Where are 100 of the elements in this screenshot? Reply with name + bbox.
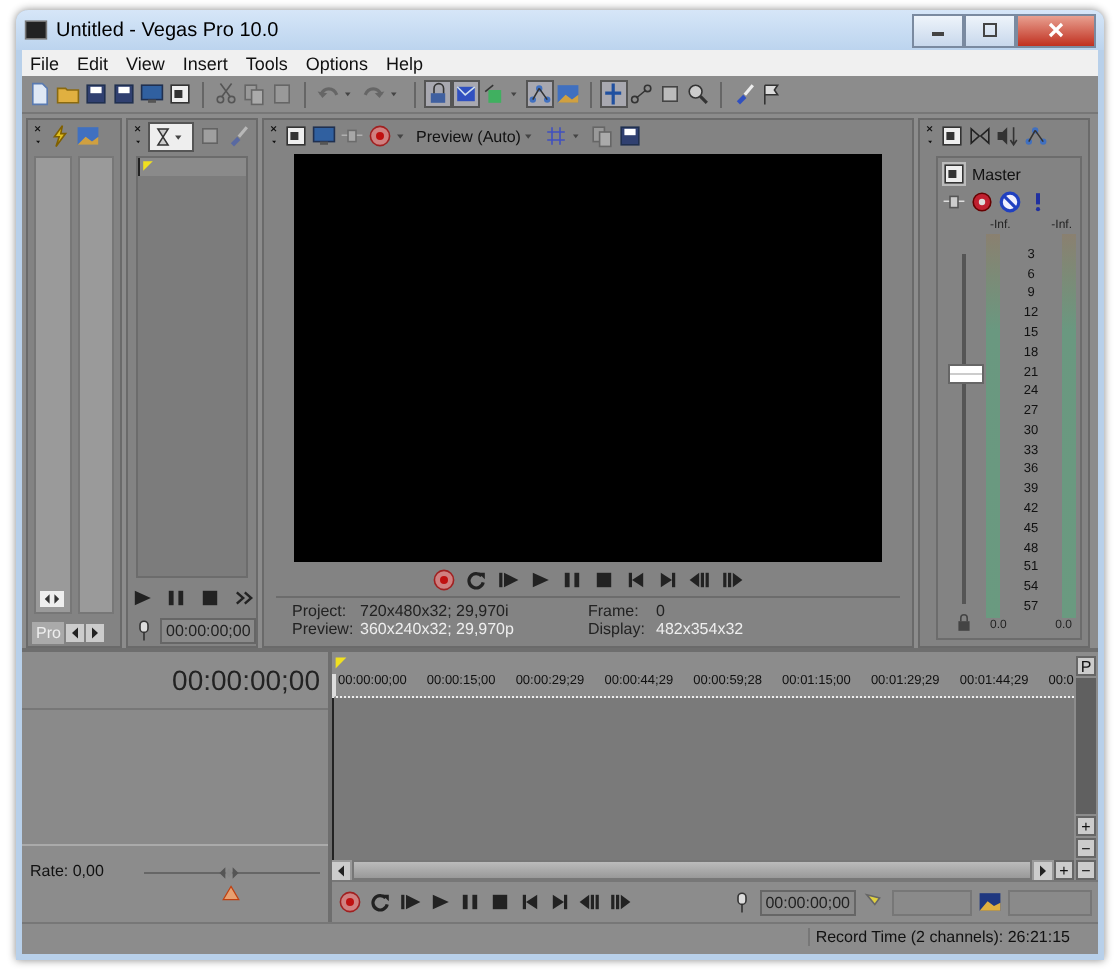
next-frame-icon[interactable]: [608, 890, 632, 914]
close-button[interactable]: [1016, 13, 1096, 47]
time-field[interactable]: 00:00:00;00: [160, 617, 257, 643]
plug-icon[interactable]: [942, 190, 966, 214]
nodes-icon[interactable]: [630, 82, 654, 106]
lock-icon[interactable]: [952, 610, 976, 634]
more-icon[interactable]: [231, 586, 255, 610]
monitor-icon[interactable]: [312, 124, 336, 148]
marker-button[interactable]: P: [1076, 656, 1096, 676]
square-icon[interactable]: [658, 82, 682, 106]
scroll-arrows-icon[interactable]: [40, 590, 65, 608]
menu-item[interactable]: View: [126, 53, 165, 73]
lightning-icon[interactable]: [48, 124, 72, 148]
app-icon: [24, 18, 48, 42]
fader-handle[interactable]: [948, 363, 984, 383]
tab-right-icon[interactable]: [86, 623, 105, 641]
save-icon[interactable]: [618, 124, 643, 148]
time-field[interactable]: 00:00:00;00: [759, 889, 856, 915]
close-icon[interactable]: [268, 124, 280, 136]
info-label: Frame:: [588, 602, 641, 620]
monitor-icon[interactable]: [140, 82, 164, 106]
speaker-down-icon[interactable]: [996, 124, 1020, 148]
trimmer-dropdown[interactable]: [148, 121, 194, 151]
scissors-icon[interactable]: [214, 82, 238, 106]
previous-frame-icon[interactable]: [688, 568, 712, 592]
menu-item[interactable]: Edit: [77, 53, 109, 73]
brush-icon[interactable]: [226, 124, 250, 148]
previous-frame-icon[interactable]: [578, 890, 602, 914]
play-icon[interactable]: [428, 890, 452, 914]
bowtie-icon[interactable]: [968, 124, 992, 148]
save-icon[interactable]: [84, 82, 108, 106]
play-icon[interactable]: [528, 568, 552, 592]
info-value: 0: [656, 602, 665, 620]
slider-thumb[interactable]: [222, 884, 241, 902]
clipboard-icon[interactable]: [270, 82, 294, 106]
horizontal-scrollbar[interactable]: +: [332, 860, 1074, 880]
loop-icon[interactable]: [464, 568, 488, 592]
properties-icon[interactable]: [284, 124, 308, 148]
play-from-start-icon[interactable]: [496, 568, 520, 592]
close-icon: [1046, 22, 1066, 38]
pause-icon[interactable]: [163, 586, 187, 610]
close-icon[interactable]: [132, 124, 144, 136]
pause-icon[interactable]: [560, 568, 584, 592]
vertical-scrollbar[interactable]: [1076, 678, 1096, 814]
minimize-button[interactable]: [912, 13, 964, 47]
window-title: Untitled - Vegas Pro 10.0: [56, 19, 279, 41]
loop-icon[interactable]: [368, 890, 392, 914]
record-icon[interactable]: [432, 568, 456, 592]
save-as-icon[interactable]: [112, 82, 136, 106]
properties-icon[interactable]: [940, 124, 964, 148]
zoom-out-button[interactable]: −: [1076, 860, 1096, 880]
info-label: Display:: [588, 620, 647, 638]
timecode-display: 00:00:00;00: [172, 664, 320, 696]
maximize-button[interactable]: [964, 13, 1016, 47]
magnifier-icon[interactable]: [686, 82, 710, 106]
info-value: 360x240x32; 29,970p: [360, 620, 514, 638]
menu-item[interactable]: Insert: [182, 53, 228, 73]
marker-icon[interactable]: [332, 654, 350, 672]
maximize-icon: [980, 22, 1000, 38]
envelope-icon[interactable]: [454, 82, 478, 106]
properties-icon[interactable]: [168, 82, 192, 106]
marker-icon[interactable]: [140, 158, 156, 174]
menu-item[interactable]: File: [30, 53, 60, 73]
previous-icon[interactable]: [624, 568, 648, 592]
preview-quality-dropdown[interactable]: Preview (Auto): [396, 126, 541, 146]
circle-icon[interactable]: [368, 124, 392, 148]
play-icon[interactable]: [129, 586, 153, 610]
bus-name: Master: [972, 165, 1021, 183]
square-icon[interactable]: [198, 124, 222, 148]
brush-icon[interactable]: [732, 82, 756, 106]
menu-item[interactable]: Help: [385, 53, 423, 73]
cursor-icon[interactable]: [602, 82, 626, 106]
copy-icon[interactable]: [242, 82, 266, 106]
next-icon[interactable]: [548, 890, 572, 914]
next-icon[interactable]: [656, 568, 680, 592]
menu-item[interactable]: Options: [305, 53, 368, 73]
zoom-out-button[interactable]: −: [1076, 838, 1096, 858]
pause-icon[interactable]: [458, 890, 482, 914]
document-icon[interactable]: [28, 82, 52, 106]
previous-icon[interactable]: [518, 890, 542, 914]
scroll-right-icon[interactable]: [1034, 861, 1052, 879]
stop-icon[interactable]: [488, 890, 512, 914]
flag-icon[interactable]: [760, 82, 784, 106]
zoom-in-button[interactable]: +: [1076, 816, 1096, 836]
play-from-start-icon[interactable]: [398, 890, 422, 914]
stop-icon[interactable]: [592, 568, 616, 592]
tab-left-icon[interactable]: [66, 623, 85, 641]
scroll-left-icon[interactable]: [332, 861, 350, 879]
next-frame-icon[interactable]: [720, 568, 744, 592]
zoom-in-button[interactable]: +: [1054, 860, 1074, 880]
stop-icon[interactable]: [197, 586, 221, 610]
mute-icon[interactable]: [998, 190, 1022, 214]
gear-icon[interactable]: [970, 190, 994, 214]
lock-icon[interactable]: [426, 82, 450, 106]
close-icon[interactable]: [924, 124, 936, 136]
menu-item[interactable]: Tools: [245, 53, 288, 73]
record-icon[interactable]: [338, 890, 362, 914]
info-value: 720x480x32; 29,970i: [360, 602, 509, 620]
close-icon[interactable]: [32, 124, 44, 136]
bus-icon[interactable]: [942, 162, 966, 186]
